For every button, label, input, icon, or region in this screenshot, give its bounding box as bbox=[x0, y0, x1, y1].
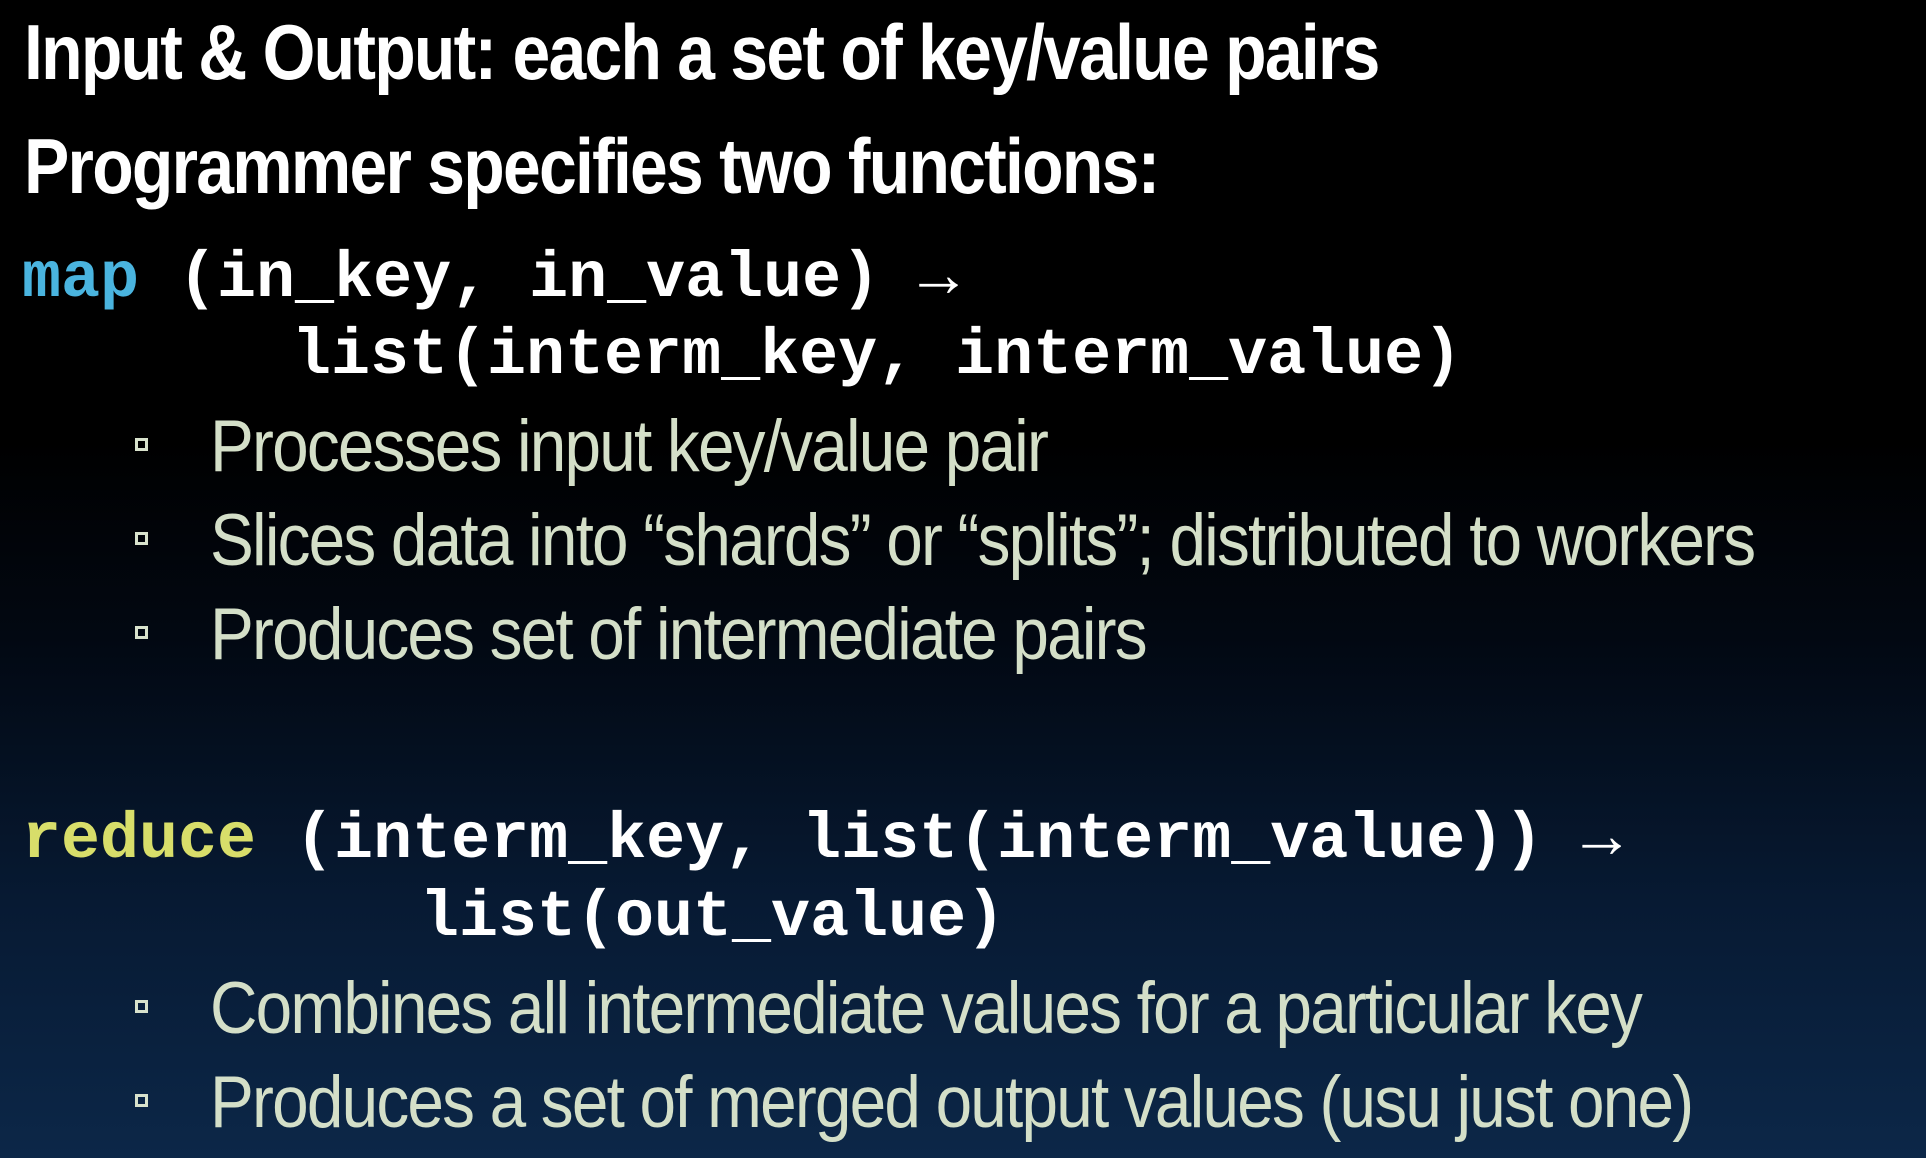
map-keyword: map bbox=[22, 242, 140, 316]
reduce-args: (interm_key, list(interm_value)) → bbox=[256, 803, 1622, 877]
reduce-return-type: list(out_value) bbox=[420, 881, 1006, 955]
bullet-text: Produces a set of merged output values (… bbox=[210, 1062, 1694, 1143]
map-signature-line: map (in_key, in_value) → bbox=[22, 241, 958, 317]
square-bullet-icon bbox=[135, 438, 148, 451]
bullet-text: Processes input key/value pair bbox=[210, 406, 1049, 487]
square-bullet-icon bbox=[135, 1000, 148, 1013]
bullet-text: Combines all intermediate values for a p… bbox=[210, 968, 1643, 1049]
square-bullet-icon bbox=[135, 626, 148, 639]
heading-input-output: Input & Output: each a set of key/value … bbox=[24, 8, 1380, 96]
bullet-text: Slices data into “shards” or “splits”; d… bbox=[210, 500, 1756, 581]
map-return-type: list(interm_key, interm_value) bbox=[292, 319, 1463, 393]
heading-programmer-specifies: Programmer specifies two functions: bbox=[24, 122, 1160, 210]
bullet-text: Produces set of intermediate pairs bbox=[210, 594, 1148, 675]
reduce-signature-line: reduce (interm_key, list(interm_value)) … bbox=[22, 802, 1621, 878]
reduce-keyword: reduce bbox=[22, 803, 257, 877]
square-bullet-icon bbox=[135, 532, 148, 545]
map-args: (in_key, in_value) → bbox=[139, 242, 959, 316]
square-bullet-icon bbox=[135, 1094, 148, 1107]
